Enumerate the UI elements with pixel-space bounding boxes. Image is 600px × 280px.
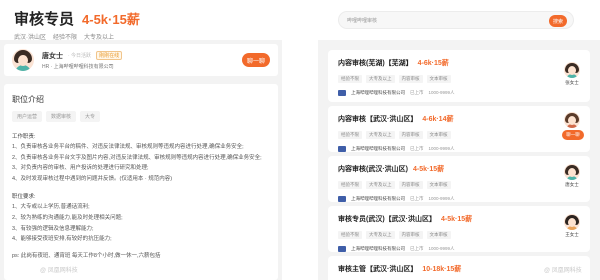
company-stage: 已上市 (410, 90, 424, 95)
company-logo (338, 196, 346, 202)
duty-line: 2、负责审核各业务平台文字及图片内容,对违反法律法规、审核规则等违规内容进行处理… (12, 154, 262, 161)
recruiter-avatar (564, 164, 580, 180)
job-description: 职位介绍 用户运营 数据审核 大专 工作职责: 1、负责审核各业务平台的稿件、对… (4, 84, 278, 280)
card-tag: 大专及以上 (366, 75, 395, 83)
card-tag: 经验不限 (338, 231, 362, 239)
recruiter-active-status: · 今日活跃 (68, 53, 92, 59)
company-stage: 已上市 (410, 246, 424, 251)
duty-line: 4、及时发现审核过程中遇到的问题并反馈。(仅适用本 · 规范内容) (12, 175, 173, 182)
card-tag: 文本审核 (426, 131, 451, 139)
chip: 数据审核 (46, 111, 77, 122)
card-tag: 文本审核 (426, 181, 451, 189)
screenshot-root: 审核专员 4-5k·15薪 武汉·洪山区 经验不限 大专及以上 唐女士 · 今日… (0, 0, 600, 280)
skill-chips: 用户运营 数据审核 大专 (12, 111, 270, 122)
card-title: 内容审核【武汉·洪山区】 (338, 116, 418, 123)
card-tag: 经验不限 (338, 181, 362, 189)
card-salary: 4-5k·15薪 (441, 216, 473, 223)
card-salary: 4-6k·14薪 (422, 116, 454, 123)
card-tag: 内容审核 (398, 181, 423, 189)
chip: 大专 (80, 111, 101, 122)
company-size: 1000-9999人 (428, 196, 455, 201)
card-salary: 4-6k·15薪 (417, 60, 449, 67)
company-logo (338, 146, 346, 152)
card-title: 审核专员(武汉)【武汉·洪山区】 (338, 216, 436, 223)
chat-button[interactable]: 聊一聊 (562, 130, 584, 140)
online-badge: 刚刚在线 (96, 51, 123, 60)
recruiter-avatar (564, 112, 580, 128)
job-card[interactable]: 审核专员(武汉)【武汉·洪山区】 4-5k·15薪 经验不限 大专及以上 内容审… (328, 206, 590, 252)
job-tag-experience: 经验不限 (53, 35, 78, 41)
card-tag: 大专及以上 (366, 131, 395, 139)
company-logo (338, 246, 346, 252)
watermark: @ 凤凰网科技 (544, 268, 582, 274)
company-size: 1000-9999人 (428, 146, 455, 151)
job-salary: 4-5k·15薪 (82, 12, 140, 27)
footer-note: ps: 此岗有夜班、通宵班 每天工作8个小时,做一休一,六薪包括 (12, 252, 161, 259)
company-name: 上海哔哩哔哩科技有限公司 (351, 246, 405, 251)
card-title: 审核主管【武汉·洪山区】 (338, 266, 418, 273)
requirements-heading: 职位要求: (12, 194, 36, 201)
watermark: @ 凤凰网科技 (40, 268, 78, 274)
duty-line: 1、负责审核各业务平台的稿件、对违反法律法规、审核规则等违规内容进行处理,确保业… (12, 144, 244, 150)
requirement-line: 4、能够接受夜班安排,有较好的抗压能力; (12, 236, 112, 243)
search-bar: 哔哩哔哩审核 搜索 (318, 0, 600, 40)
duties-heading: 工作职责: (12, 134, 36, 140)
card-title: 内容审核(武汉·洪山区) (338, 166, 408, 173)
company-name: 上海哔哩哔哩科技有限公司 (351, 90, 405, 95)
job-card[interactable]: 内容审核【武汉·洪山区】 4-6k·14薪 经验不限 大专及以上 内容审核 文本… (328, 106, 590, 152)
recruiter-name: 唐女士 (565, 182, 579, 187)
duty-line: 3、对负责内容的审核、用户投诉的处理进行研究和处理; (12, 165, 149, 172)
requirement-line: 3、有较强的逻辑及信息理解能力; (12, 225, 94, 232)
recruiter-name: 张女士 (565, 80, 579, 85)
search-button[interactable]: 搜索 (549, 15, 567, 27)
description-title: 职位介绍 (12, 95, 44, 104)
recruiter-avatar (564, 62, 580, 78)
card-tag: 文本审核 (426, 75, 451, 83)
job-tag-education: 大专及以上 (84, 35, 115, 41)
job-tags: 武汉·洪山区 经验不限 大专及以上 (14, 32, 268, 41)
job-header: 审核专员 4-5k·15薪 武汉·洪山区 经验不限 大专及以上 (0, 0, 282, 41)
recruiter-avatar (12, 49, 34, 71)
card-salary: 4-5k·15薪 (413, 166, 445, 173)
recruiter-card[interactable]: 唐女士 · 今日活跃 刚刚在线 HR · 上海哔哩哔哩科技有限公司 聊一聊 (4, 44, 278, 76)
requirement-line: 2、较为熟练的沟通能力,能及时处理相关问题; (12, 214, 123, 221)
company-size: 1000-9999人 (428, 246, 455, 251)
card-tag: 文本审核 (426, 231, 451, 239)
job-tag-location: 武汉·洪山区 (14, 35, 46, 41)
company-stage: 已上市 (410, 146, 424, 151)
job-card[interactable]: 内容审核(芜湖)【芜湖】 4-6k·15薪 经验不限 大专及以上 内容审核 文本… (328, 50, 590, 102)
job-card[interactable]: 内容审核(武汉·洪山区) 4-5k·15薪 经验不限 大专及以上 内容审核 文本… (328, 156, 590, 202)
company-logo (338, 90, 346, 96)
card-title: 内容审核(芜湖)【芜湖】 (338, 60, 413, 67)
recruiter-company: HR · 上海哔哩哔哩科技有限公司 (42, 63, 114, 70)
recruiter-avatar (564, 214, 580, 230)
company-stage: 已上市 (410, 196, 424, 201)
chip: 用户运营 (12, 111, 43, 122)
card-tag: 大专及以上 (366, 181, 395, 189)
search-query: 哔哩哔哩审核 (347, 17, 378, 24)
card-tag: 大专及以上 (366, 231, 395, 239)
requirement-line: 1、大专或以上学历,普通话流利; (12, 204, 90, 211)
company-name: 上海哔哩哔哩科技有限公司 (351, 196, 405, 201)
chat-button[interactable]: 聊一聊 (242, 53, 270, 67)
card-salary: 10-18k·15薪 (422, 266, 462, 273)
search-results-panel: 哔哩哔哩审核 搜索 内容审核(芜湖)【芜湖】 4-6k·15薪 经验不限 大专及… (318, 0, 600, 280)
card-tag: 经验不限 (338, 75, 362, 83)
card-tag: 内容审核 (398, 231, 423, 239)
card-tag: 经验不限 (338, 131, 362, 139)
recruiter-name: 王女士 (565, 232, 579, 237)
company-size: 1000-9999人 (428, 90, 455, 95)
recruiter-name: 唐女士 (42, 52, 63, 60)
search-input[interactable]: 哔哩哔哩审核 搜索 (338, 11, 574, 29)
job-title: 审核专员 (14, 11, 75, 28)
job-detail-panel: 审核专员 4-5k·15薪 武汉·洪山区 经验不限 大专及以上 唐女士 · 今日… (0, 0, 282, 280)
card-tag: 内容审核 (398, 131, 423, 139)
card-tag: 内容审核 (398, 75, 423, 83)
company-name: 上海哔哩哔哩科技有限公司 (351, 146, 405, 151)
